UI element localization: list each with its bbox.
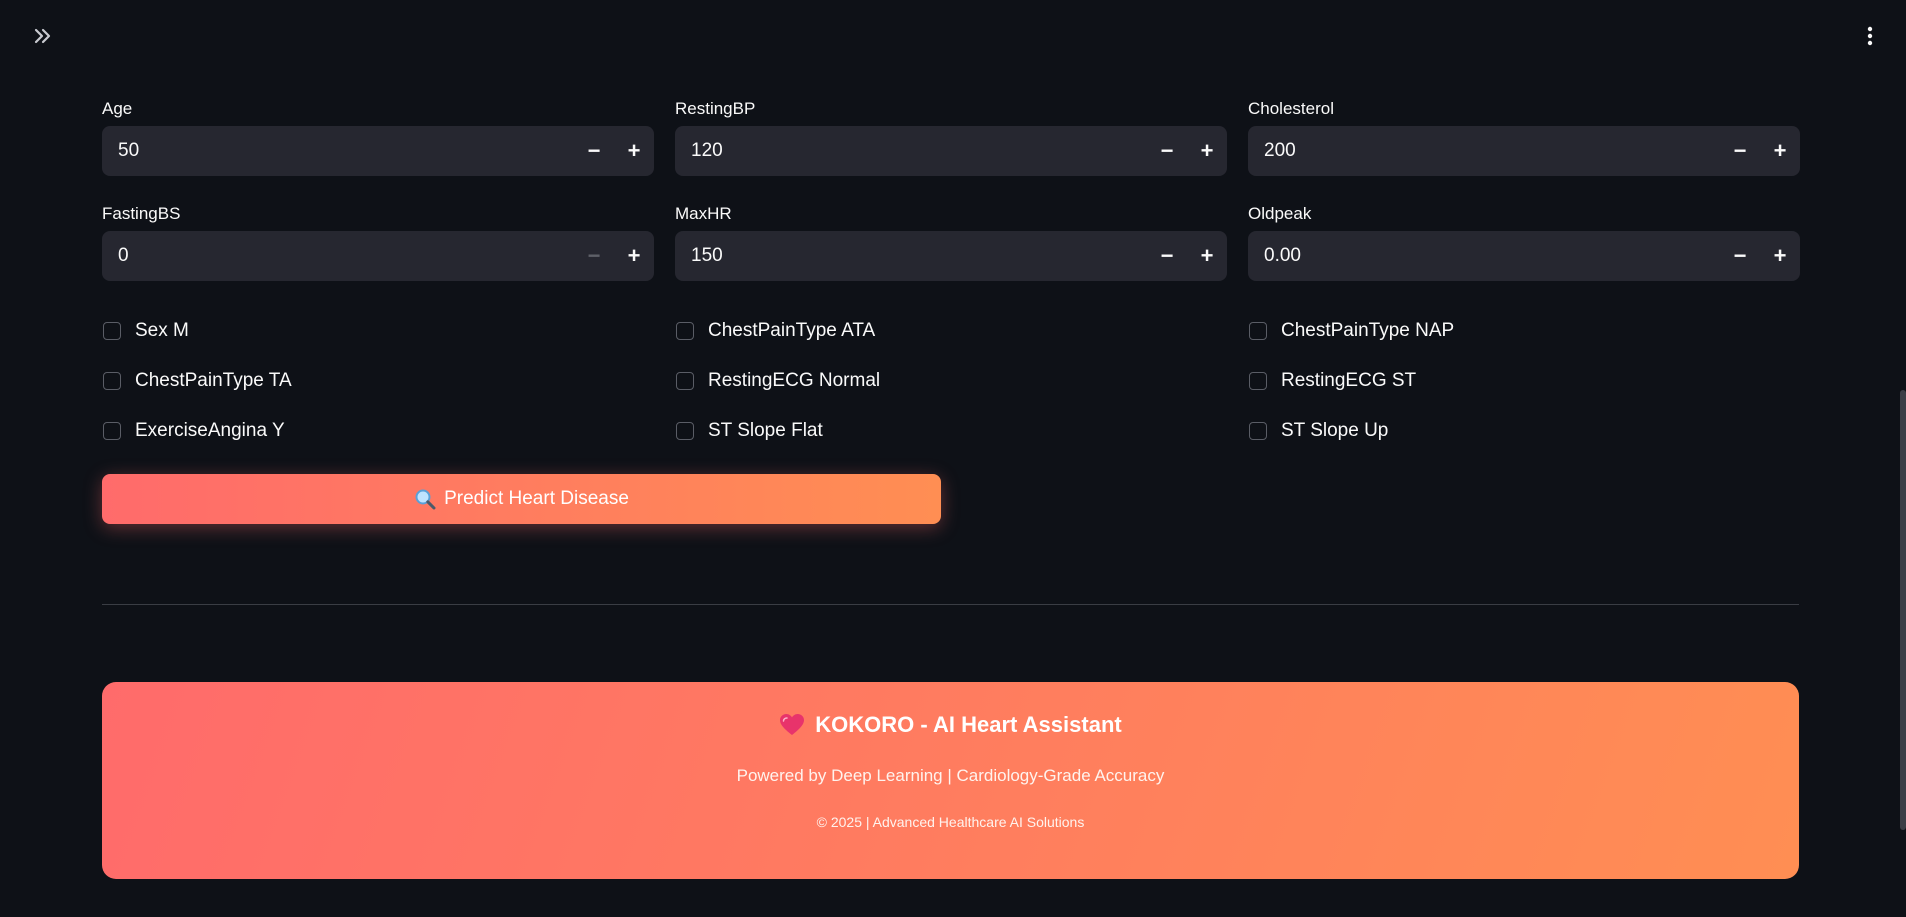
top-bar [0,0,1906,70]
checkbox-label[interactable]: ChestPainType NAP [1281,320,1454,342]
restingbp-increment-button[interactable]: + [1187,126,1227,176]
checkbox-box[interactable] [1249,322,1267,340]
checkbox-exerciseangina-y[interactable]: ExerciseAngina Y [102,406,654,456]
footer-subtitle: Powered by Deep Learning | Cardiology-Gr… [736,766,1165,785]
oldpeak-number-input[interactable]: 0.00 − + [1248,231,1800,281]
predict-heart-disease-button[interactable]: Predict Heart Disease [102,474,941,524]
field-label: Oldpeak [1248,204,1312,223]
checkbox-label[interactable]: ChestPainType ATA [708,320,875,342]
oldpeak-value[interactable]: 0.00 [1264,245,1720,267]
checkbox-chestpaintype-nap[interactable]: ChestPainType NAP [1248,306,1800,356]
cholesterol-decrement-button[interactable]: − [1720,126,1760,176]
checkbox-box[interactable] [1249,422,1267,440]
checkbox-label[interactable]: ChestPainType TA [135,370,292,392]
main-content: Age 50 − + RestingBP 120 − + Cholesterol… [102,96,1800,456]
age-number-input[interactable]: 50 − + [102,126,654,176]
checkbox-label[interactable]: RestingECG ST [1281,370,1416,392]
checkbox-label[interactable]: Sex M [135,320,189,342]
maxhr-number-input[interactable]: 150 − + [675,231,1227,281]
number-inputs-grid: Age 50 − + RestingBP 120 − + Cholesterol… [102,96,1800,306]
checkbox-box[interactable] [676,322,694,340]
maxhr-decrement-button[interactable]: − [1147,231,1187,281]
field-label: MaxHR [675,204,732,223]
cholesterol-increment-button[interactable]: + [1760,126,1800,176]
heart-icon [779,713,805,737]
checkbox-sex-m[interactable]: Sex M [102,306,654,356]
cholesterol-value[interactable]: 200 [1264,140,1720,162]
section-divider [102,604,1799,605]
checkbox-label[interactable]: ExerciseAngina Y [135,420,285,442]
field-label: Cholesterol [1248,99,1334,118]
oldpeak-decrement-button[interactable]: − [1720,231,1760,281]
checkbox-box[interactable] [1249,372,1267,390]
field-oldpeak: Oldpeak 0.00 − + [1248,201,1800,306]
checkbox-label[interactable]: ST Slope Flat [708,420,823,442]
checkbox-st-slope-flat[interactable]: ST Slope Flat [675,406,1227,456]
checkbox-box[interactable] [676,422,694,440]
cholesterol-number-input[interactable]: 200 − + [1248,126,1800,176]
restingbp-value[interactable]: 120 [691,140,1147,162]
oldpeak-increment-button[interactable]: + [1760,231,1800,281]
checkbox-chestpaintype-ata[interactable]: ChestPainType ATA [675,306,1227,356]
field-maxhr: MaxHR 150 − + [675,201,1227,306]
expand-sidebar-button[interactable] [26,24,60,52]
footer-copyright: © 2025 | Advanced Healthcare AI Solution… [816,814,1085,830]
checkbox-restingecg-st[interactable]: RestingECG ST [1248,356,1800,406]
field-label: Age [102,99,133,118]
page-scrollbar[interactable] [1900,390,1906,830]
main-menu-button[interactable] [1858,24,1882,52]
maxhr-value[interactable]: 150 [691,245,1147,267]
checkbox-box[interactable] [103,422,121,440]
checkbox-box[interactable] [676,372,694,390]
age-decrement-button[interactable]: − [574,126,614,176]
age-value[interactable]: 50 [118,140,574,162]
restingbp-decrement-button[interactable]: − [1147,126,1187,176]
footer-banner: KOKORO - AI Heart Assistant Powered by D… [102,682,1799,879]
magnifier-icon [414,488,436,510]
field-label: FastingBS [102,204,181,223]
checkbox-chestpaintype-ta[interactable]: ChestPainType TA [102,356,654,406]
restingbp-number-input[interactable]: 120 − + [675,126,1227,176]
field-age: Age 50 − + [102,96,654,201]
predict-button-label: Predict Heart Disease [444,488,629,509]
field-label: RestingBP [675,99,756,118]
footer-title-text: KOKORO - AI Heart Assistant [815,712,1122,737]
vertical-dots-icon [1867,26,1873,51]
checkbox-restingecg-normal[interactable]: RestingECG Normal [675,356,1227,406]
checkbox-box[interactable] [103,372,121,390]
checkbox-label[interactable]: RestingECG Normal [708,370,880,392]
field-restingbp: RestingBP 120 − + [675,96,1227,201]
double-chevron-right-icon [33,27,53,50]
checkbox-st-slope-up[interactable]: ST Slope Up [1248,406,1800,456]
maxhr-increment-button[interactable]: + [1187,231,1227,281]
checkbox-grid: Sex M ChestPainType ATA ChestPainType NA… [102,306,1799,456]
checkbox-label[interactable]: ST Slope Up [1281,420,1388,442]
field-fastingbs: FastingBS 0 − + [102,201,654,306]
fastingbs-decrement-button[interactable]: − [574,231,614,281]
fastingbs-increment-button[interactable]: + [614,231,654,281]
fastingbs-value[interactable]: 0 [118,245,574,267]
checkbox-box[interactable] [103,322,121,340]
field-cholesterol: Cholesterol 200 − + [1248,96,1800,201]
fastingbs-number-input[interactable]: 0 − + [102,231,654,281]
age-increment-button[interactable]: + [614,126,654,176]
footer-title: KOKORO - AI Heart Assistant [102,712,1799,738]
